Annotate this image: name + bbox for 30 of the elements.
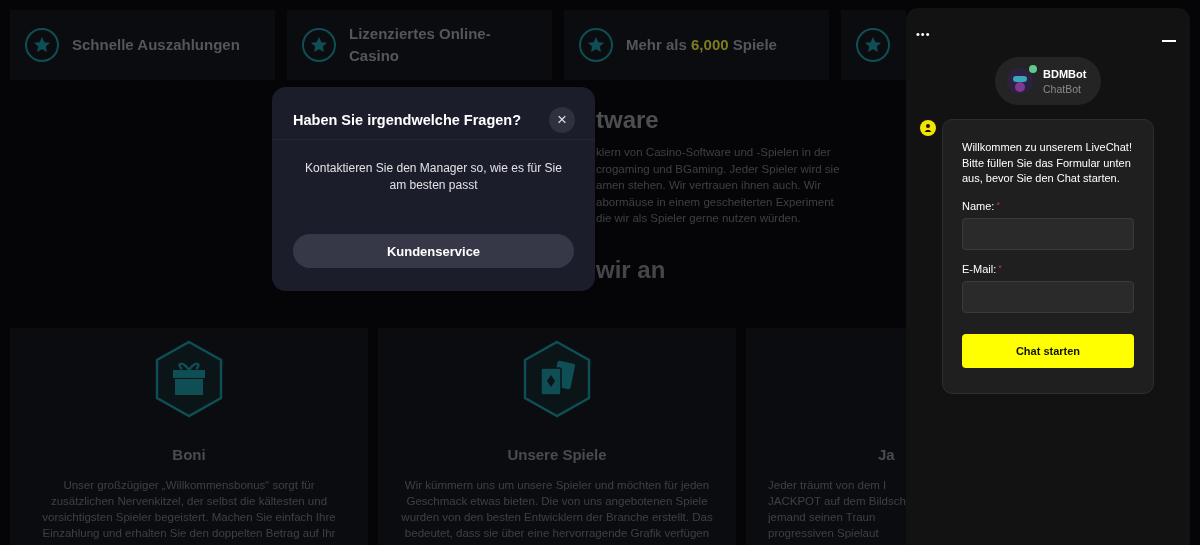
start-chat-button[interactable]: Chat starten (962, 333, 1134, 368)
bot-name: BDMBot (1043, 67, 1087, 80)
feature-label: Lizenziertes Online-Casino (349, 24, 492, 66)
cards-icon (522, 340, 592, 418)
section-heading: wir an (595, 256, 667, 285)
gift-icon (154, 340, 224, 418)
customer-service-button[interactable]: Kundenservice (293, 234, 574, 268)
section-text: crogaming und BGaming. Jeder Spieler wird sie (596, 161, 841, 177)
welcome-message: Willkommen zu unserem LiveChat! Bitte füllen Sie das Formular unten aus, bevor Sie den Chat starten. (962, 140, 1133, 186)
dialog-message: Kontaktieren Sie den Manager so, wie es für Sie am besten passt (304, 160, 563, 194)
user-icon (920, 120, 936, 136)
offer-title: Unsere Spiele (507, 446, 607, 463)
input-field[interactable] (962, 217, 1134, 250)
section-heading: tware (596, 106, 660, 134)
offer-title: Boni (172, 446, 206, 463)
dialog-title: Haben Sie irgendwelche Fragen? (293, 112, 522, 128)
avatar-icon (1007, 68, 1033, 94)
feature-label: Schnelle Auszahlungen (72, 35, 240, 55)
menu-button[interactable]: ••• (916, 28, 931, 40)
section-text: abormäuse in einem gescheiterten Experiment (596, 194, 835, 210)
field-label: E-Mail: * (962, 262, 1003, 275)
minimize-icon[interactable] (1162, 40, 1176, 42)
section-text: klern von Casino-Software und -Spielen in der (596, 145, 832, 160)
section-text: amen stehen. Wir vertrauen ihnen auch. Wir (596, 178, 822, 193)
offer-title: Ja (877, 446, 895, 463)
feature-label: Mehr als 6,000 Spiele (626, 35, 777, 55)
input-field[interactable] (962, 280, 1134, 313)
field-label: Name: * (962, 199, 1001, 212)
close-button[interactable]: × (549, 107, 575, 133)
bot-role: ChatBot (1043, 82, 1082, 95)
